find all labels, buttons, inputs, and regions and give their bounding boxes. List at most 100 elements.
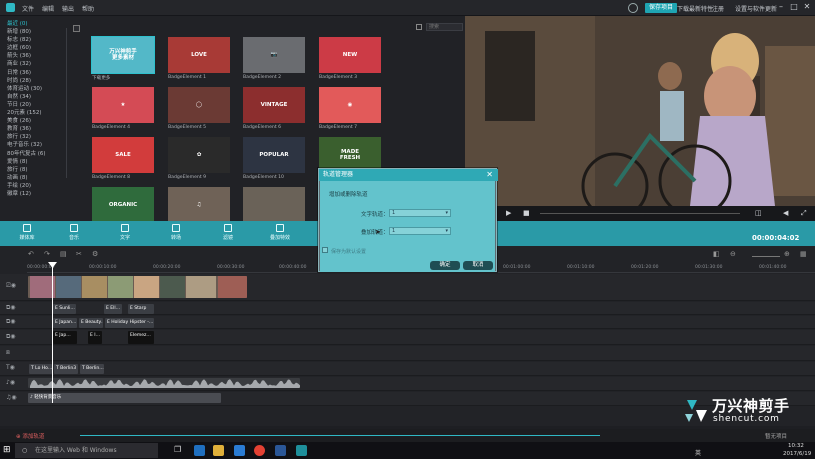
element-clip[interactable]: E Holiday Hipster -… <box>105 318 154 328</box>
zoom-in-icon[interactable]: ⊕ <box>784 250 790 258</box>
file-explorer-icon[interactable] <box>213 445 224 456</box>
element-thumbnail[interactable]: ✿ BadgeElement 9 <box>168 137 230 180</box>
save-project-button[interactable]: 保存项目 <box>645 3 678 13</box>
category-item[interactable]: 爱情 (8) <box>7 158 70 166</box>
shencut-taskbar-icon[interactable] <box>296 445 307 456</box>
search-input[interactable]: 搜索 <box>426 23 463 31</box>
element-thumbnail[interactable]: VINTAGE BadgeElement 6 <box>243 87 305 130</box>
collapse-toggle[interactable] <box>73 25 80 32</box>
clock-date[interactable]: 2017/6/19 <box>783 451 811 457</box>
text-track-select[interactable]: 1 ▾ <box>389 209 451 217</box>
text-clip[interactable]: T Berlin3 <box>54 364 78 374</box>
element-thumbnail[interactable]: SALE BadgeElement 8 <box>92 137 154 180</box>
preview-scrubber[interactable] <box>540 213 740 214</box>
element-thumbnail[interactable]: ◯ BadgeElement 5 <box>168 87 230 130</box>
element-clip[interactable]: E Sunli… <box>53 304 76 314</box>
zoom-fit-icon[interactable]: ◧ <box>713 250 720 258</box>
category-item[interactable]: 旅行 (8) <box>7 166 70 174</box>
overlay-track-select[interactable]: 1 ▾ <box>389 227 451 235</box>
element-thumbnail[interactable]: 万兴神剪手 更多素材 下载更多 <box>91 36 155 81</box>
category-item[interactable]: 最近 (0) <box>7 20 70 28</box>
text-clip[interactable]: T Lo Ho… <box>29 364 52 374</box>
settings-link[interactable]: 设置与软件更新 <box>735 4 777 13</box>
category-item[interactable]: 自然 (34) <box>7 93 70 101</box>
category-item[interactable]: 箭头 (36) <box>7 52 70 60</box>
split-icon[interactable]: ✂ <box>76 250 82 258</box>
tool-music[interactable]: 音乐 <box>62 224 86 241</box>
video-clip-strip[interactable] <box>28 276 247 298</box>
download-features-link[interactable]: 下载最新特性 <box>677 4 713 13</box>
register-link[interactable]: 注册 <box>712 4 724 13</box>
category-item[interactable]: 80年代复古 (6) <box>7 150 70 158</box>
category-item[interactable]: 手绘 (20) <box>7 182 70 190</box>
category-item[interactable]: 旅行 (32) <box>7 133 70 141</box>
ime-indicator[interactable]: 英 <box>695 448 701 457</box>
menu-file[interactable]: 文件 <box>22 4 34 13</box>
category-item[interactable]: 时尚 (28) <box>7 77 70 85</box>
element-thumbnail[interactable]: POPULAR BadgeElement 10 <box>243 137 305 180</box>
delete-icon[interactable]: ▤ <box>60 250 67 258</box>
close-icon[interactable]: ✕ <box>802 2 812 12</box>
stop-icon[interactable]: ■ <box>523 209 530 217</box>
category-item[interactable]: 日常 (36) <box>7 69 70 77</box>
account-icon[interactable] <box>628 3 638 13</box>
category-item[interactable]: 20元素 (152) <box>7 109 70 117</box>
element-clip[interactable]: E Ell… <box>104 304 122 314</box>
element-clip[interactable]: E Beauty… <box>79 318 103 328</box>
category-item[interactable]: 电子音乐 (32) <box>7 141 70 149</box>
snapshot-icon[interactable]: ◫ <box>755 209 762 217</box>
taskbar-search[interactable]: 在这里输入 Web 和 Windows <box>15 443 158 458</box>
element-clip[interactable]: Elemez… <box>128 331 154 344</box>
category-item[interactable]: 节日 (20) <box>7 101 70 109</box>
settings-icon[interactable]: ⚙ <box>92 250 98 258</box>
ok-button[interactable]: 确定 <box>430 261 460 270</box>
clock-time[interactable]: 10:32 <box>788 443 804 449</box>
element-thumbnail[interactable]: ♫BadgeElement 13 <box>168 187 230 230</box>
element-clip[interactable]: E Jap… <box>53 331 77 344</box>
category-item[interactable]: 体育运动 (30) <box>7 85 70 93</box>
play-icon[interactable]: ▶ <box>506 209 511 217</box>
element-thumbnail[interactable]: LOVE BadgeElement 1 <box>168 37 230 80</box>
menu-edit[interactable]: 编辑 <box>42 4 54 13</box>
element-clip[interactable]: E Starp <box>128 304 154 314</box>
music-clip[interactable]: ♪ 轻快背景音乐 <box>28 393 221 403</box>
category-item[interactable]: 美食 (26) <box>7 117 70 125</box>
element-clip[interactable]: E Japan… <box>53 318 77 328</box>
add-track-button[interactable]: ⊕ 添加轨道 <box>16 432 44 440</box>
grid-view-icon[interactable] <box>416 24 422 30</box>
tool-transition[interactable]: 转场 <box>164 224 188 241</box>
zoom-out-icon[interactable]: ⊖ <box>730 250 736 258</box>
chrome-icon[interactable] <box>254 445 265 456</box>
fullscreen-icon[interactable]: ⤢ <box>801 209 807 218</box>
minimize-icon[interactable]: – <box>776 2 786 12</box>
cancel-button[interactable]: 取消 <box>463 261 493 270</box>
text-clip[interactable]: T Berlin… <box>80 364 104 374</box>
redo-icon[interactable]: ↷ <box>44 250 50 258</box>
volume-icon[interactable]: ◀ <box>783 209 788 217</box>
element-thumbnail[interactable]: NEW BadgeElement 3 <box>319 37 381 80</box>
audio-waveform-clip[interactable] <box>28 378 300 388</box>
element-thumbnail[interactable]: ◉ BadgeElement 7 <box>319 87 381 130</box>
tool-text[interactable]: 文字 <box>113 224 137 241</box>
undo-icon[interactable]: ↶ <box>28 250 34 258</box>
edge-icon[interactable] <box>194 445 205 456</box>
save-default-checkbox[interactable] <box>322 247 328 253</box>
dialog-close-icon[interactable]: ✕ <box>486 169 493 181</box>
playhead[interactable] <box>52 263 53 403</box>
tool-filter[interactable]: 滤镜 <box>216 224 240 241</box>
windows-start-icon[interactable]: ⊞ <box>3 445 11 455</box>
timeline-hscroll[interactable] <box>80 435 600 436</box>
tool-media[interactable]: 媒体库 <box>15 224 39 241</box>
task-view-icon[interactable]: ❐ <box>174 445 181 454</box>
store-icon[interactable] <box>234 445 245 456</box>
tool-overlay[interactable]: 叠加特效 <box>268 224 292 241</box>
category-item[interactable]: 徽章 (12) <box>7 190 70 198</box>
element-thumbnail[interactable]: 📷 BadgeElement 2 <box>243 37 305 80</box>
layout-icon[interactable]: ▦ <box>800 250 807 258</box>
zoom-slider[interactable] <box>752 256 780 257</box>
category-item[interactable]: 新增 (80) <box>7 28 70 36</box>
element-thumbnail[interactable]: ORGANICBadgeElement 12 <box>92 187 154 230</box>
menu-help[interactable]: 帮助 <box>82 4 94 13</box>
element-clip[interactable]: E I… <box>88 331 102 344</box>
category-item[interactable]: 边框 (60) <box>7 44 70 52</box>
